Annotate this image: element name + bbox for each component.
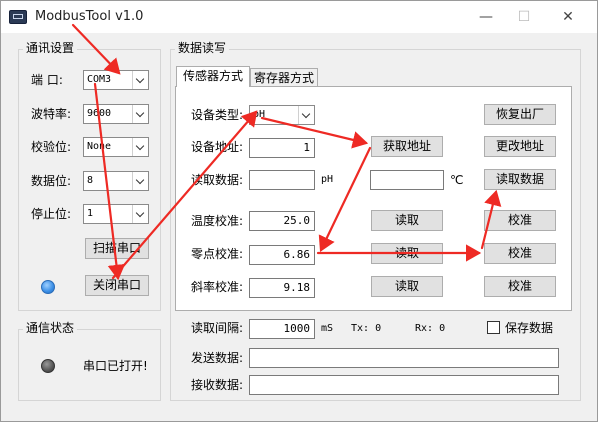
- temperature-output[interactable]: [370, 170, 444, 190]
- change-address-button[interactable]: 更改地址: [484, 136, 556, 157]
- zero-cal-label: 零点校准:: [191, 247, 244, 261]
- device-type-value: pH: [253, 109, 266, 120]
- device-addr-label: 设备地址:: [191, 140, 244, 154]
- read-data-button[interactable]: 读取数据: [484, 169, 556, 190]
- tab-sensor[interactable]: 传感器方式: [176, 66, 250, 87]
- databits-select[interactable]: 8: [83, 171, 149, 191]
- tab-register[interactable]: 寄存器方式: [250, 68, 318, 87]
- comm-status-label: 通信状态: [23, 321, 78, 335]
- status-text: 串口已打开!: [83, 359, 148, 373]
- temperature-unit: ℃: [450, 173, 464, 187]
- device-type-label: 设备类型:: [191, 108, 244, 122]
- interval-unit: mS: [321, 323, 334, 334]
- temp-read-button[interactable]: 读取: [371, 210, 443, 231]
- get-address-button[interactable]: 获取地址: [371, 136, 443, 157]
- baud-label: 波特率:: [31, 107, 72, 121]
- port-value: COM3: [87, 74, 112, 85]
- baud-select[interactable]: 9600: [83, 104, 149, 124]
- chevron-down-icon: [132, 205, 148, 223]
- rx-counter: Rx: 0: [415, 323, 446, 334]
- slope-calibrate-button[interactable]: 校准: [484, 276, 556, 297]
- databits-value: 8: [87, 175, 94, 186]
- device-addr-input[interactable]: 1: [249, 138, 315, 158]
- window-title: ModbusTool v1.0: [35, 9, 144, 24]
- recv-data-label: 接收数据:: [191, 378, 244, 392]
- chevron-down-icon: [132, 71, 148, 89]
- app-window: ModbusTool v1.0 — ☐ ✕ 通讯设置 端 口: COM3 波特率…: [0, 0, 598, 422]
- port-label: 端 口:: [31, 73, 63, 87]
- read-data-label: 读取数据:: [191, 173, 244, 187]
- minimize-button[interactable]: —: [469, 7, 503, 27]
- scan-port-button[interactable]: 扫描串口: [85, 238, 149, 259]
- chevron-down-icon: [132, 138, 148, 156]
- send-data-field[interactable]: [249, 348, 559, 368]
- recv-data-field[interactable]: [249, 375, 559, 395]
- read-data-output[interactable]: [249, 170, 315, 190]
- zero-read-button[interactable]: 读取: [371, 243, 443, 264]
- stopbits-select[interactable]: 1: [83, 204, 149, 224]
- device-type-select[interactable]: pH: [249, 105, 315, 125]
- baud-value: 9600: [87, 108, 112, 119]
- temp-calibrate-button[interactable]: 校准: [484, 210, 556, 231]
- read-data-unit: pH: [321, 174, 334, 185]
- temp-cal-input[interactable]: 25.0: [249, 211, 315, 231]
- save-data-label: 保存数据: [505, 321, 554, 335]
- port-status-led: [41, 280, 55, 294]
- zero-calibrate-button[interactable]: 校准: [484, 243, 556, 264]
- parity-select[interactable]: None: [83, 137, 149, 157]
- stopbits-value: 1: [87, 208, 94, 219]
- slope-cal-input[interactable]: 9.18: [249, 278, 315, 298]
- close-button[interactable]: ✕: [551, 7, 585, 27]
- app-icon: [9, 10, 27, 24]
- title-bar: ModbusTool v1.0 — ☐ ✕: [1, 1, 597, 33]
- stopbits-label: 停止位:: [31, 207, 72, 221]
- zero-cal-input[interactable]: 6.86: [249, 245, 315, 265]
- slope-cal-label: 斜率校准:: [191, 280, 244, 294]
- send-data-label: 发送数据:: [191, 351, 244, 365]
- maximize-button[interactable]: ☐: [507, 7, 541, 27]
- port-select[interactable]: COM3: [83, 70, 149, 90]
- parity-value: None: [87, 141, 112, 152]
- interval-label: 读取间隔:: [191, 321, 244, 335]
- factory-reset-button[interactable]: 恢复出厂: [484, 104, 556, 125]
- tx-counter: Tx: 0: [351, 323, 382, 334]
- save-data-checkbox[interactable]: [487, 321, 500, 334]
- close-port-button[interactable]: 关闭串口: [85, 275, 149, 296]
- chevron-down-icon: [132, 172, 148, 190]
- status-led: [41, 359, 55, 373]
- databits-label: 数据位:: [31, 174, 72, 188]
- slope-read-button[interactable]: 读取: [371, 276, 443, 297]
- comm-settings-label: 通讯设置: [23, 41, 78, 55]
- data-rw-label: 数据读写: [175, 41, 230, 55]
- chevron-down-icon: [298, 106, 314, 124]
- interval-input[interactable]: 1000: [249, 319, 315, 339]
- temp-cal-label: 温度校准:: [191, 214, 244, 228]
- chevron-down-icon: [132, 105, 148, 123]
- parity-label: 校验位:: [31, 140, 72, 154]
